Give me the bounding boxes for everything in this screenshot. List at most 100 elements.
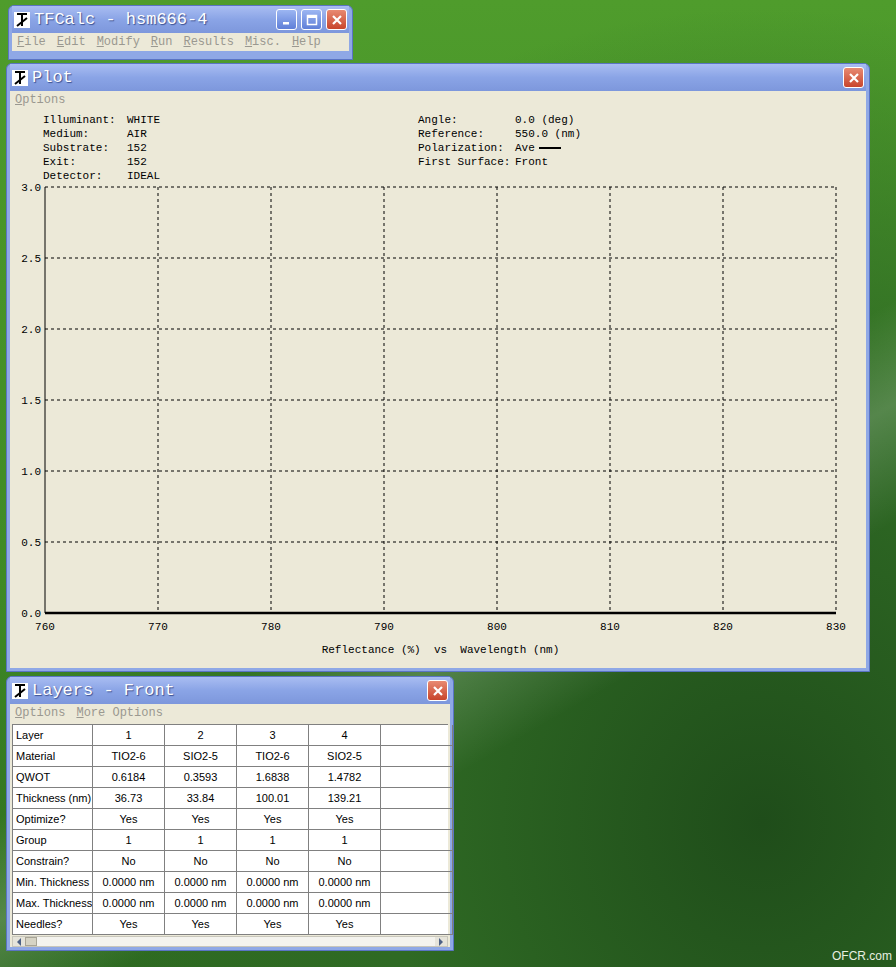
window-title: Layers - Front [32, 681, 423, 700]
table-cell[interactable]: No [309, 851, 381, 872]
plot-info: Illuminant:WHITEMedium:AIRSubstrate:152E… [10, 109, 866, 183]
table-cell[interactable]: TIO2-6 [93, 746, 165, 767]
table-cell[interactable]: 1.4782 [309, 767, 381, 788]
row-header: Optimize? [13, 809, 93, 830]
table-cell[interactable] [381, 851, 453, 872]
table-cell[interactable]: Yes [165, 809, 237, 830]
table-cell[interactable]: 2 [165, 725, 237, 746]
table-cell[interactable]: Yes [309, 809, 381, 830]
table-cell[interactable]: 3 [237, 725, 309, 746]
minimize-icon [281, 14, 293, 26]
table-cell[interactable]: 36.73 [93, 788, 165, 809]
table-cell[interactable]: 0.0000 nm [309, 872, 381, 893]
title-bar: Plot [10, 64, 866, 91]
scroll-left-button[interactable] [13, 937, 25, 946]
close-button[interactable] [843, 67, 864, 88]
table-cell[interactable]: No [165, 851, 237, 872]
table-cell[interactable]: Yes [237, 914, 309, 935]
menu-item[interactable]: Help [292, 35, 321, 49]
close-icon [432, 685, 444, 697]
table-cell[interactable]: 4 [309, 725, 381, 746]
table-cell[interactable]: 1 [309, 830, 381, 851]
table-cell[interactable]: 0.0000 nm [237, 872, 309, 893]
table-cell[interactable] [381, 830, 453, 851]
table-cell[interactable]: Yes [309, 914, 381, 935]
row-header: Thickness (nm) [13, 788, 93, 809]
table-cell[interactable]: 1 [93, 725, 165, 746]
menu-item[interactable]: Modify [97, 35, 140, 49]
table-cell[interactable]: 1 [237, 830, 309, 851]
table-cell[interactable]: Yes [93, 914, 165, 935]
menu-item[interactable]: Options [15, 706, 65, 720]
menu-item[interactable]: Results [183, 35, 233, 49]
scroll-right-button[interactable] [435, 937, 447, 946]
table-cell[interactable]: 0.0000 nm [237, 893, 309, 914]
x-tick-label: 780 [261, 621, 281, 633]
menu-item[interactable]: Run [151, 35, 173, 49]
app-icon [12, 70, 28, 86]
x-tick-label: 800 [487, 621, 507, 633]
horizontal-scrollbar[interactable] [12, 936, 448, 947]
table-cell[interactable] [381, 893, 453, 914]
table-cell[interactable]: 0.0000 nm [165, 872, 237, 893]
table-cell[interactable]: 1.6838 [237, 767, 309, 788]
row-header: Constrain? [13, 851, 93, 872]
row-header: Needles? [13, 914, 93, 935]
table-cell[interactable]: No [93, 851, 165, 872]
table-cell[interactable]: TIO2-6 [237, 746, 309, 767]
table-cell[interactable]: Yes [165, 914, 237, 935]
y-tick-label: 1.5 [21, 395, 41, 407]
plot-window: Plot Options Illuminant:WHITEMedium:AIRSub… [6, 63, 870, 672]
table-cell[interactable]: 33.84 [165, 788, 237, 809]
table-cell[interactable]: 0.3593 [165, 767, 237, 788]
table-cell[interactable] [381, 872, 453, 893]
table-cell[interactable]: Yes [237, 809, 309, 830]
table-cell[interactable]: SIO2-5 [309, 746, 381, 767]
table-cell[interactable]: 0.0000 nm [93, 872, 165, 893]
table-cell[interactable]: 0.0000 nm [309, 893, 381, 914]
table-cell[interactable]: 0.0000 nm [93, 893, 165, 914]
y-tick-label: 3.0 [21, 183, 41, 194]
reflectance-chart: 7607707807908008108208300.00.51.01.52.02… [10, 183, 867, 665]
table-cell[interactable]: SIO2-5 [165, 746, 237, 767]
table-cell[interactable] [381, 725, 453, 746]
main-window: TFCalc - hsm666-4 File Edit Modify Run Result… [8, 5, 353, 60]
menu-item[interactable]: File [17, 35, 46, 49]
info-row: First Surface:Front [418, 155, 866, 169]
desktop: TFCalc - hsm666-4 File Edit Modify Run Result… [0, 0, 896, 967]
menu-item[interactable]: More Options [76, 706, 162, 720]
maximize-button[interactable] [301, 9, 322, 30]
y-tick-label: 2.5 [21, 253, 41, 265]
x-tick-label: 790 [374, 621, 394, 633]
table-cell[interactable] [381, 914, 453, 935]
menu-item[interactable]: Misc. [245, 35, 281, 49]
x-tick-label: 760 [35, 621, 55, 633]
table-cell[interactable]: 100.01 [237, 788, 309, 809]
table-cell[interactable]: 1 [93, 830, 165, 851]
row-header: QWOT [13, 767, 93, 788]
menu-item[interactable]: Edit [57, 35, 86, 49]
table-cell[interactable]: 139.21 [309, 788, 381, 809]
close-button[interactable] [326, 9, 347, 30]
layers-window: Layers - FrontOptionsMore OptionsLayer12… [6, 676, 454, 951]
table-cell[interactable] [381, 809, 453, 830]
table-cell[interactable] [381, 788, 453, 809]
table-cell[interactable]: 1 [165, 830, 237, 851]
watermark: OFCR.com [832, 949, 892, 963]
info-row: Polarization:Ave [418, 141, 866, 155]
info-row: Reference:550.0 (nm) [418, 127, 866, 141]
table-cell[interactable]: No [237, 851, 309, 872]
table-cell[interactable]: 0.6184 [93, 767, 165, 788]
scroll-thumb[interactable] [25, 937, 37, 946]
info-row: Medium:AIR [43, 127, 418, 141]
table-cell[interactable]: Yes [93, 809, 165, 830]
table-cell[interactable]: 0.0000 nm [165, 893, 237, 914]
table-cell[interactable] [381, 746, 453, 767]
title-bar: Layers - Front [10, 677, 450, 704]
menu-item[interactable]: Options [15, 93, 65, 107]
title-bar: TFCalc - hsm666-4 [12, 6, 349, 33]
table-cell[interactable] [381, 767, 453, 788]
right-arrow-icon [438, 938, 444, 946]
close-button[interactable] [427, 680, 448, 701]
minimize-button[interactable] [276, 9, 297, 30]
